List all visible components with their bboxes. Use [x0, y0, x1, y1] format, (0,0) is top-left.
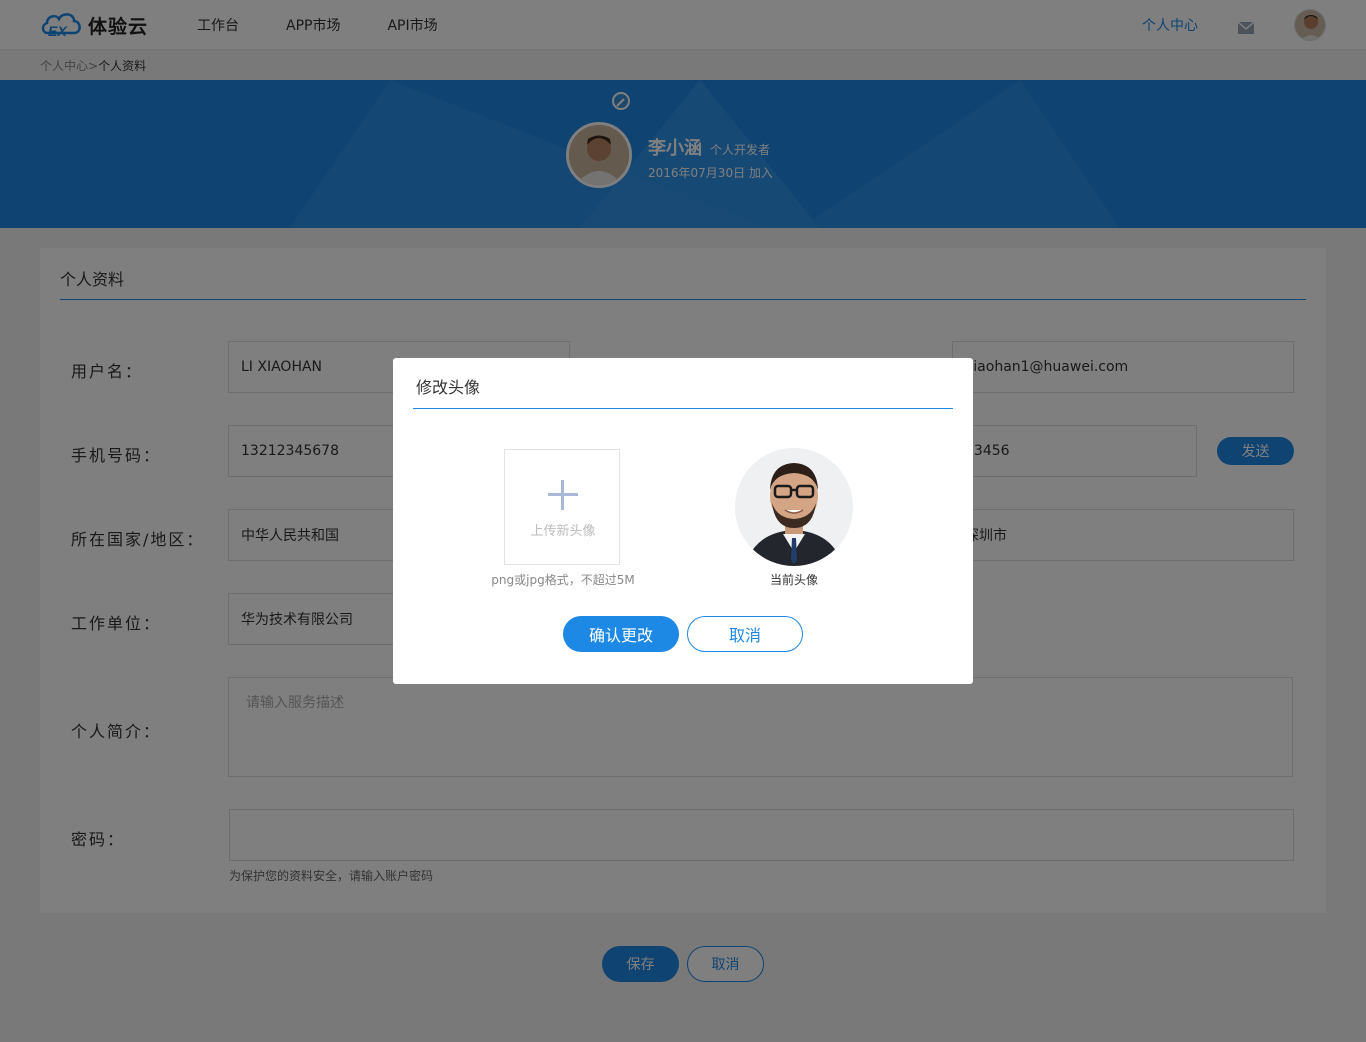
plus-icon-horizontal	[548, 493, 578, 496]
change-avatar-dialog: 修改头像 上传新头像 png或jpg格式，不超过5M 当前头像 确认更改 取消	[393, 358, 973, 684]
upload-hint: png或jpg格式，不超过5M	[491, 573, 635, 587]
dialog-divider	[413, 408, 953, 409]
upload-avatar-box[interactable]: 上传新头像	[504, 449, 620, 565]
dialog-title: 修改头像	[416, 378, 481, 397]
confirm-change-button[interactable]: 确认更改	[563, 616, 679, 652]
current-avatar-label: 当前头像	[769, 573, 818, 587]
dialog-cancel-button[interactable]: 取消	[687, 616, 803, 652]
current-avatar-image	[735, 448, 853, 566]
upload-label: 上传新头像	[530, 524, 596, 539]
